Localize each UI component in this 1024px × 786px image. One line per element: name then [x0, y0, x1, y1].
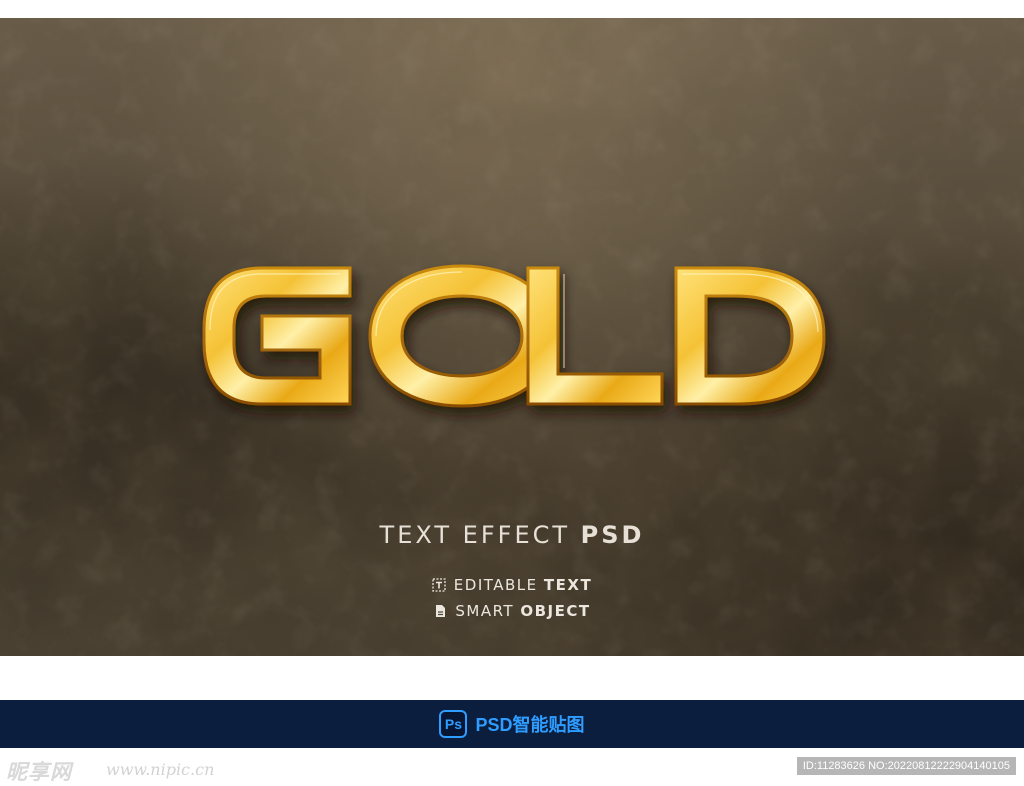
banner-label: PSD智能贴图	[475, 715, 585, 735]
feature-editable-text: EDITABLE TEXT	[0, 576, 1024, 594]
tagline-bold: PSD	[580, 521, 645, 549]
smart-object-icon	[436, 605, 446, 617]
feature-2-regular: SMART	[455, 602, 521, 620]
feature-1-regular: EDITABLE	[453, 576, 544, 594]
photoshop-icon: Ps	[439, 710, 468, 738]
feature-2-bold: OBJECT	[520, 602, 591, 620]
feature-smart-object: SMART OBJECT	[0, 602, 1024, 620]
poster-mockup: TEXT EFFECT PSD EDITABLE TEXT SMART OBJE…	[0, 18, 1024, 656]
letter-g	[202, 266, 352, 406]
letter-l	[526, 266, 664, 406]
watermark-url: www.nipic.cn	[106, 760, 215, 779]
feature-1-bold: TEXT	[543, 576, 593, 594]
letter-o	[368, 264, 556, 408]
tagline-regular: TEXT EFFECT	[379, 521, 581, 549]
editable-text-icon	[432, 578, 446, 592]
tagline: TEXT EFFECT PSD	[0, 521, 1024, 549]
psd-banner: Ps PSD智能贴图	[0, 700, 1024, 748]
letter-d	[674, 266, 826, 406]
watermark-logo: 昵享网	[6, 759, 72, 784]
watermark-footer: 昵享网 www.nipic.cn ID:11283626 NO:20220812…	[0, 752, 1024, 784]
gold-headline	[202, 264, 826, 408]
image-id-label: ID:11283626 NO:20220812222904140105	[796, 757, 1016, 775]
